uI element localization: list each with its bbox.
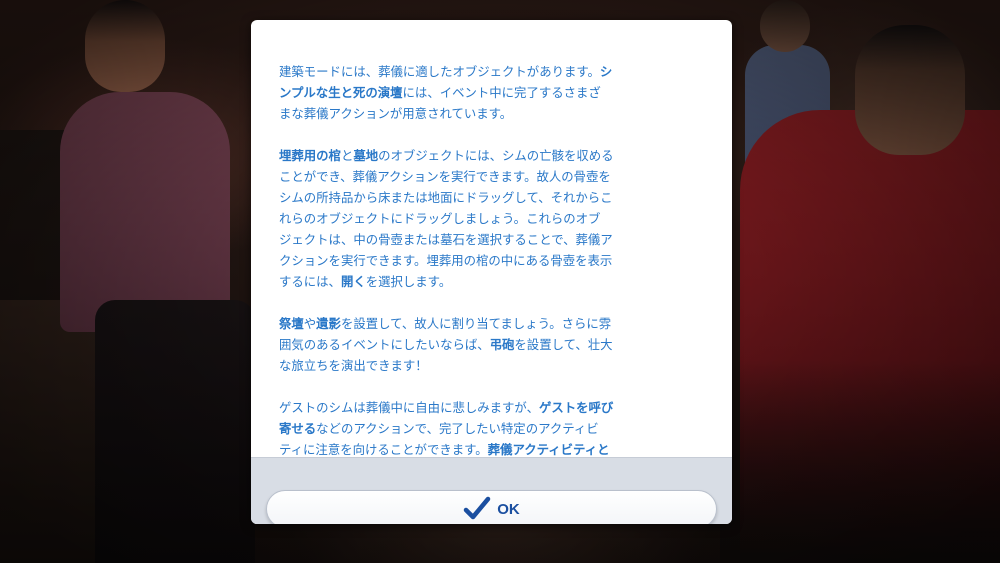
dialog-text-line: ジェクトは、中の骨壺または墓石を選択することで、葬儀ア xyxy=(279,229,715,250)
text-segment: を選択します。 xyxy=(365,274,452,289)
dialog-paragraph: 埋葬用の棺と墓地のオブジェクトには、シムの亡骸を収めることができ、葬儀アクション… xyxy=(279,145,715,292)
text-segment: などのアクションで、完了したい特定のアクティビ xyxy=(316,421,599,436)
dialog-text-line: ことができ、葬儀アクションを実行できます。故人の骨壺を xyxy=(279,166,715,187)
dialog-paragraph: 建築モードには、葬儀に適したオブジェクトがあります。シ ンプルな生と死の演壇には、… xyxy=(279,61,715,124)
highlighted-term: 埋葬用の棺 xyxy=(279,148,341,163)
text-segment: と xyxy=(340,148,354,163)
dialog-text-line: 埋葬用の棺と墓地のオブジェクトには、シムの亡骸を収める xyxy=(279,145,715,166)
highlighted-term: 墓地 xyxy=(353,148,379,163)
text-segment: れらのオブジェクトにドラッグしましょう。これらのオブ xyxy=(279,211,601,226)
funeral-tutorial-dialog: 建築モードには、葬儀に適したオブジェクトがあります。シ ンプルな生と死の演壇には、… xyxy=(251,20,732,524)
text-segment: を設置して、壮大 xyxy=(514,337,613,352)
game-screen: 建築モードには、葬儀に適したオブジェクトがあります。シ ンプルな生と死の演壇には、… xyxy=(0,0,1000,563)
highlighted-term: 弔砲 xyxy=(489,337,515,352)
text-segment: クションを実行できます。埋葬用の棺の中にある骨壺を表示 xyxy=(279,253,613,268)
text-segment: や xyxy=(303,316,317,331)
text-segment: 囲気のあるイベントにしたいならば、 xyxy=(279,337,490,352)
dialog-text-line: シムの所持品から床または地面にドラッグして、それからこ xyxy=(279,187,715,208)
text-segment: のオブジェクトには、シムの亡骸を収める xyxy=(378,148,614,163)
ok-button-label: OK xyxy=(497,500,520,518)
dialog-text-line: まな葬儀アクションが用意されています。 xyxy=(279,103,715,124)
text-segment: 建築モードには、葬儀に適したオブジェクトがあります。 xyxy=(279,64,600,79)
dialog-text-line: れらのオブジェクトにドラッグしましょう。これらのオブ xyxy=(279,208,715,229)
dialog-text-line: 囲気のあるイベントにしたいならば、弔砲を設置して、壮大 xyxy=(279,334,715,355)
highlighted-term: 開く xyxy=(340,274,366,289)
dialog-text-line: な旅立ちを演出できます！ xyxy=(279,355,715,376)
dialog-text-line: ンプルな生と死の演壇には、イベント中に完了するさまざ xyxy=(279,82,715,103)
dialog-text-line: 建築モードには、葬儀に適したオブジェクトがあります。シ xyxy=(279,61,715,82)
dialog-text-line: ゲストのシムは葬儀中に自由に悲しみますが、ゲストを呼び xyxy=(279,397,715,418)
highlighted-term: 祭壇 xyxy=(279,316,304,331)
text-segment: には、イベント中に完了するさまざ xyxy=(402,85,601,100)
dialog-paragraph: 祭壇や遺影を設置して、故人に割り当てましょう。さらに雰 囲気のあるイベントにしたい… xyxy=(279,313,715,376)
text-segment: まな葬儀アクションが用意されています。 xyxy=(279,106,513,121)
text-segment: シムの所持品から床または地面にドラッグして、それからこ xyxy=(279,190,613,205)
dialog-text-line: クションを実行できます。埋葬用の棺の中にある骨壺を表示 xyxy=(279,250,715,271)
dialog-text-line: 寄せるなどのアクションで、完了したい特定のアクティビ xyxy=(279,418,715,439)
text-segment: な旅立ちを演出できます！ xyxy=(279,358,428,373)
text-segment: ティに注意を向けることができます。 xyxy=(279,442,488,457)
highlighted-term: 寄せる xyxy=(279,421,317,436)
dialog-text-line: するには、開くを選択します。 xyxy=(279,271,715,292)
text-segment: ゲストのシムは葬儀中に自由に悲しみますが、 xyxy=(279,400,539,415)
highlighted-term: 葬儀アクティビティと xyxy=(487,442,610,457)
highlighted-term: ゲストを呼び xyxy=(538,400,614,415)
highlighted-term: ンプルな生と死の演壇 xyxy=(279,85,403,100)
dialog-body-text: 建築モードには、葬儀に適したオブジェクトがあります。シ ンプルな生と死の演壇には、… xyxy=(279,61,715,502)
highlighted-term: 遺影 xyxy=(316,316,341,331)
text-segment: するには、 xyxy=(279,274,341,289)
dialog-text-line: 祭壇や遺影を設置して、故人に割り当てましょう。さらに雰 xyxy=(279,313,715,334)
highlighted-term: シ xyxy=(599,64,613,79)
dialog-footer: OK xyxy=(251,457,732,524)
text-segment: ことができ、葬儀アクションを実行できます。故人の骨壺を xyxy=(279,169,611,184)
text-segment: を設置して、故人に割り当てましょう。さらに雰 xyxy=(340,316,612,331)
ok-button[interactable]: OK xyxy=(266,490,717,524)
text-segment: ジェクトは、中の骨壺または墓石を選択することで、葬儀ア xyxy=(279,232,613,247)
check-icon xyxy=(463,495,491,523)
